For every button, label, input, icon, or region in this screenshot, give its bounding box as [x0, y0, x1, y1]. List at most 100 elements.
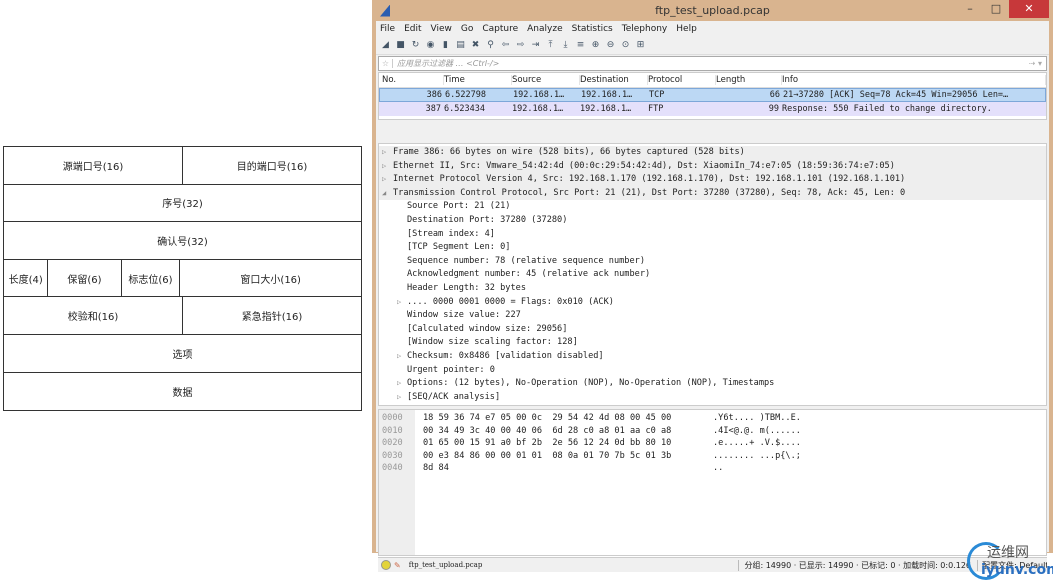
detail-line[interactable]: Sequence number: 78 (relative sequence n…	[379, 255, 1046, 269]
hex-offset: 0010	[382, 425, 403, 436]
stop-capture-icon[interactable]: ■	[395, 40, 406, 51]
diagram-field: 校验和(16)	[4, 297, 183, 334]
close-file-icon[interactable]: ✖	[470, 40, 481, 51]
expand-triangle-icon[interactable]: ▷	[382, 160, 386, 174]
detail-line[interactable]: [TCP Segment Len: 0]	[379, 241, 1046, 255]
packet-cell: 192.168.1…	[512, 104, 564, 114]
hex-byte-row[interactable]: 18 59 36 74 e7 05 00 0c 29 54 42 4d 08 0…	[423, 412, 705, 425]
menu-help[interactable]: Help	[676, 24, 697, 34]
menu-capture[interactable]: Capture	[482, 24, 518, 34]
detail-line[interactable]: [Window size scaling factor: 128]	[379, 336, 1046, 350]
zoom-normal-icon[interactable]: ⊙	[620, 40, 631, 51]
column-length[interactable]: Length	[716, 75, 782, 85]
detail-text: Options: (12 bytes), No-Operation (NOP),…	[407, 378, 775, 389]
window-title: ftp_test_upload.pcap	[655, 4, 770, 17]
detail-line[interactable]: Destination Port: 37280 (37280)	[379, 214, 1046, 228]
menu-analyze[interactable]: Analyze	[527, 24, 562, 34]
menu-statistics[interactable]: Statistics	[572, 24, 613, 34]
zoom-out-icon[interactable]: ⊖	[605, 40, 616, 51]
expand-triangle-icon[interactable]: ▷	[382, 146, 386, 160]
menu-telephony[interactable]: Telephony	[622, 24, 668, 34]
menu-edit[interactable]: Edit	[404, 24, 421, 34]
hex-offset: 0000	[382, 413, 403, 423]
go-last-icon[interactable]: ⤓	[560, 40, 571, 51]
start-capture-icon[interactable]: ◢	[380, 40, 391, 51]
detail-line[interactable]: ▷ .... 0000 0001 0000 = Flags: 0x010 (ACK…	[379, 296, 1046, 310]
hex-byte-row[interactable]: 00 e3 84 86 00 00 01 01 08 0a 01 70 7b 5…	[423, 450, 705, 463]
detail-line[interactable]: ◢ Transmission Control Protocol, Src Port…	[379, 186, 1046, 201]
tcp-header-diagram: 源端口号(16) 目的端口号(16) 序号(32) 确认号(32) 长度(4) 保留(6)…	[3, 146, 362, 412]
go-forward-icon[interactable]: ⇨	[515, 40, 526, 51]
hex-ascii-row[interactable]: .Y6t.... )TBM..E.	[713, 412, 801, 425]
close-button[interactable]: ✕	[1009, 0, 1049, 18]
hex-ascii-row[interactable]: ..	[713, 462, 801, 475]
status-bar: ✎ ftp_test_upload.pcap 分组: 14990 · 已显示: …	[378, 557, 1047, 572]
column-protocol[interactable]: Protocol	[648, 75, 716, 85]
capture-comment-pencil-icon[interactable]: ✎	[394, 561, 401, 570]
expand-triangle-icon[interactable]: ▷	[397, 350, 401, 364]
expand-triangle-icon[interactable]: ▷	[397, 391, 401, 405]
menu-view[interactable]: View	[431, 24, 452, 34]
column-source[interactable]: Source	[512, 75, 580, 85]
maximize-button[interactable]: □	[983, 0, 1009, 18]
detail-line[interactable]: ▷ [SEQ/ACK analysis]	[379, 391, 1046, 405]
detail-line[interactable]: ▷ Checksum: 0x8486 [validation disabled]	[379, 350, 1046, 364]
hex-byte-row[interactable]: 00 34 49 3c 40 00 40 06 6d 28 c0 a8 01 a…	[423, 425, 705, 438]
hex-ascii-row[interactable]: ........ ...p{\.;	[713, 450, 801, 463]
column-destination[interactable]: Destination	[580, 75, 648, 85]
hex-ascii-row[interactable]: .e.....+ .V.$....	[713, 437, 801, 450]
zoom-in-icon[interactable]: ⊕	[590, 40, 601, 51]
detail-text: Ethernet II, Src: Vmware_54:42:4d (00:0c…	[393, 160, 895, 171]
diagram-row: 确认号(32)	[4, 222, 361, 260]
detail-line[interactable]: ▷ Internet Protocol Version 4, Src: 192.1…	[379, 173, 1046, 187]
column-no[interactable]: No.	[379, 75, 444, 85]
packet-bytes-pane: 0000 0010 0020 0030 0040 18 59 36 74 e7 05 0…	[378, 409, 1047, 556]
expand-triangle-icon[interactable]: ◢	[382, 187, 386, 201]
expert-info-led-icon[interactable]	[381, 560, 391, 570]
detail-line[interactable]: Source Port: 21 (21)	[379, 200, 1046, 214]
column-time[interactable]: Time	[444, 75, 512, 85]
find-packet-icon[interactable]: ⚲	[485, 40, 496, 51]
detail-line[interactable]: [Calculated window size: 29056]	[379, 323, 1046, 337]
diagram-field: 标志位(6)	[122, 259, 181, 297]
display-filter-input[interactable]: ☆ 应用显示过滤器 … <Ctrl-/> ⇢ ▾	[378, 56, 1047, 71]
menu-file[interactable]: File	[380, 24, 395, 34]
menu-go[interactable]: Go	[461, 24, 473, 34]
detail-text: [TCP Segment Len: 0]	[407, 242, 511, 253]
detail-line[interactable]: ▷ Ethernet II, Src: Vmware_54:42:4d (00:0…	[379, 159, 1046, 174]
column-info[interactable]: Info	[782, 75, 1046, 85]
diagram-field: 目的端口号(16)	[236, 161, 308, 173]
capture-options-icon[interactable]: ◉	[425, 40, 436, 51]
packet-row[interactable]: 387 6.523434 192.168.1… 192.168.1… FTP 99 Resp…	[379, 102, 1046, 116]
status-file-name: ftp_test_upload.pcap	[408, 561, 483, 569]
detail-line[interactable]: Header Length: 32 bytes	[379, 282, 1046, 296]
hex-ascii-row[interactable]: .4I<@.@. m(......	[713, 425, 801, 438]
bookmark-star-icon[interactable]: ☆	[379, 59, 393, 68]
open-file-icon[interactable]: ▮	[440, 40, 451, 51]
detail-line[interactable]: ▷ Options: (12 bytes), No-Operation (NOP)…	[379, 377, 1046, 391]
go-back-icon[interactable]: ⇦	[500, 40, 511, 51]
detail-line[interactable]: Acknowledgment number: 45 (relative ack …	[379, 268, 1046, 282]
packet-cell: 21→37280 [ACK] Seq=78 Ack=45 Win=29056 L…	[783, 90, 1009, 100]
minimize-button[interactable]: –	[957, 0, 983, 18]
packet-row[interactable]: 386 6.522798 192.168.1… 192.168.1… TCP 66 21→3…	[379, 88, 1046, 102]
expand-triangle-icon[interactable]: ▷	[397, 296, 401, 310]
colorize-icon[interactable]: ≡	[575, 40, 586, 51]
detail-line[interactable]: ▷ Frame 386: 66 bytes on wire (528 bits),…	[379, 146, 1046, 160]
detail-line[interactable]: [Stream index: 4]	[379, 228, 1046, 242]
go-first-icon[interactable]: ⤒	[545, 40, 556, 51]
save-file-icon[interactable]: ▤	[455, 40, 466, 51]
expand-triangle-icon[interactable]: ▷	[397, 377, 401, 391]
hex-byte-row[interactable]: 01 65 00 15 91 a0 bf 2b 2e 56 12 24 0d b…	[423, 437, 705, 450]
hex-byte-row[interactable]: 8d 84	[423, 462, 705, 475]
packet-cell: 387	[425, 104, 441, 114]
detail-text: Destination Port: 37280 (37280)	[407, 214, 568, 225]
detail-line[interactable]: Urgent pointer: 0	[379, 364, 1046, 378]
resize-columns-icon[interactable]: ⊞	[635, 40, 646, 51]
apply-filter-button[interactable]: ⇢ ▾	[1029, 59, 1046, 68]
diagram-field: 选项	[172, 349, 193, 361]
expand-triangle-icon[interactable]: ▷	[382, 173, 386, 187]
go-to-packet-icon[interactable]: ⇥	[530, 40, 541, 51]
restart-capture-icon[interactable]: ↻	[410, 40, 421, 51]
detail-line[interactable]: Window size value: 227	[379, 309, 1046, 323]
